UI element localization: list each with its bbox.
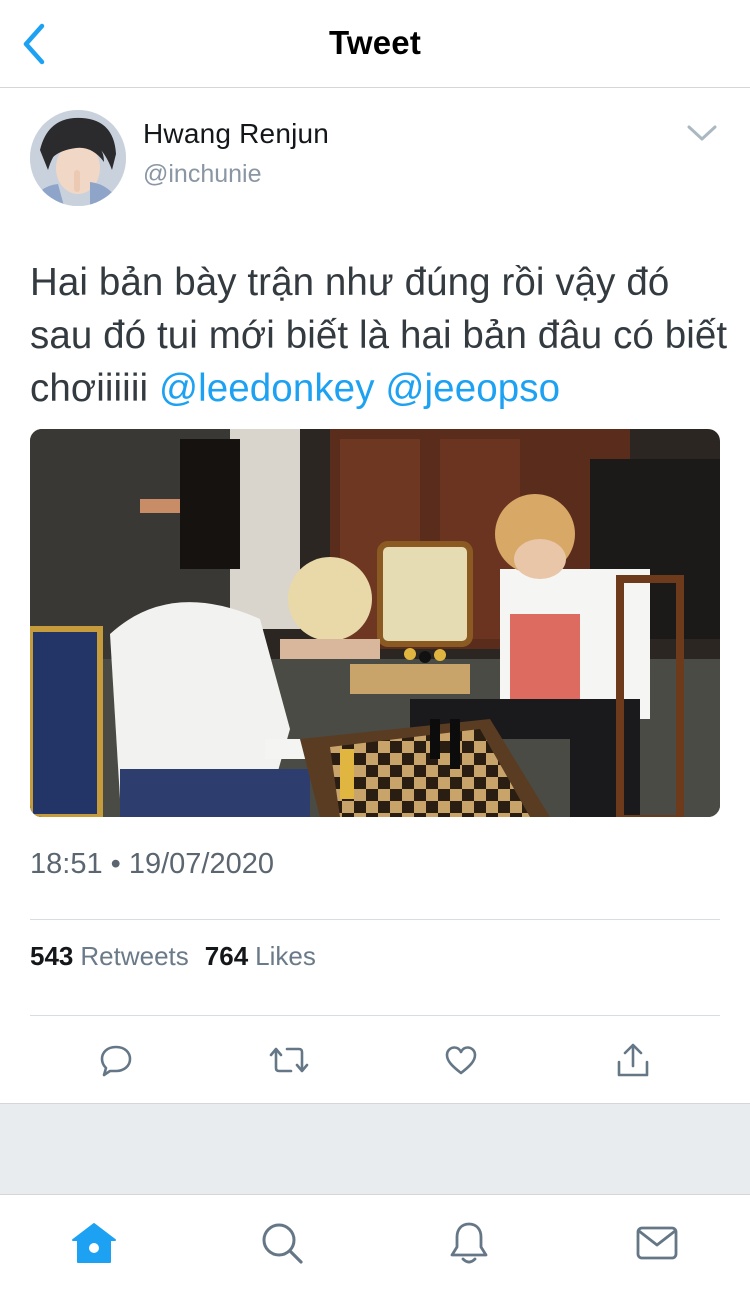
likes-count: 764 (204, 941, 249, 971)
tweet-text: Hai bản bày trận như đúng rồi vậy đó sau… (30, 256, 730, 415)
author-display-name[interactable]: Hwang Renjun (143, 118, 329, 150)
tab-home[interactable] (68, 1217, 120, 1269)
home-icon (72, 1223, 116, 1263)
reply-icon (100, 1045, 132, 1077)
empty-replies-area (0, 1103, 750, 1195)
author-handle[interactable]: @inchunie (143, 160, 262, 189)
bottom-tab-bar (0, 1195, 750, 1293)
tweet-text-body: Hai bản bày trận như đúng rồi vậy đó sau… (30, 261, 728, 410)
search-icon (262, 1223, 303, 1264)
mention-link-leedonkey[interactable]: @leedonkey (159, 367, 375, 410)
top-nav-bar: Tweet (0, 0, 750, 88)
tweet-timestamp: 18:51 • 19/07/2020 (30, 848, 274, 880)
retweets-count: 543 (30, 941, 74, 971)
retweets-stat[interactable]: 543 Retweets (30, 941, 189, 972)
notifications-icon (450, 1222, 488, 1264)
likes-stat[interactable]: 764 Likes (205, 941, 316, 972)
retweet-button[interactable] (265, 1036, 313, 1084)
chevron-down-icon (687, 125, 717, 141)
like-button[interactable] (437, 1036, 485, 1084)
photo-chess-players (30, 429, 720, 817)
tab-messages[interactable] (631, 1217, 683, 1269)
avatar-image (30, 110, 126, 206)
divider (30, 1015, 720, 1016)
messages-icon (636, 1226, 678, 1260)
tweet-header: Hwang Renjun @inchunie (30, 110, 720, 210)
tab-search[interactable] (256, 1217, 308, 1269)
share-icon (617, 1043, 649, 1077)
tweet-stats: 543 Retweets 764 Likes (30, 941, 316, 972)
page-title: Tweet (328, 24, 422, 61)
tweet-action-bar (0, 1036, 750, 1084)
likes-label: Likes (255, 941, 316, 971)
tweet-options-button[interactable] (684, 118, 720, 148)
tweet-photo[interactable] (30, 429, 720, 817)
tab-notifications[interactable] (443, 1217, 495, 1269)
reply-button[interactable] (92, 1036, 140, 1084)
mention-link-jeeopso[interactable]: @jeeopso (385, 367, 560, 410)
retweets-label: Retweets (80, 941, 189, 971)
avatar[interactable] (30, 110, 126, 206)
like-icon (445, 1046, 477, 1075)
divider (30, 919, 720, 920)
share-button[interactable] (609, 1036, 657, 1084)
retweet-icon (269, 1047, 309, 1073)
